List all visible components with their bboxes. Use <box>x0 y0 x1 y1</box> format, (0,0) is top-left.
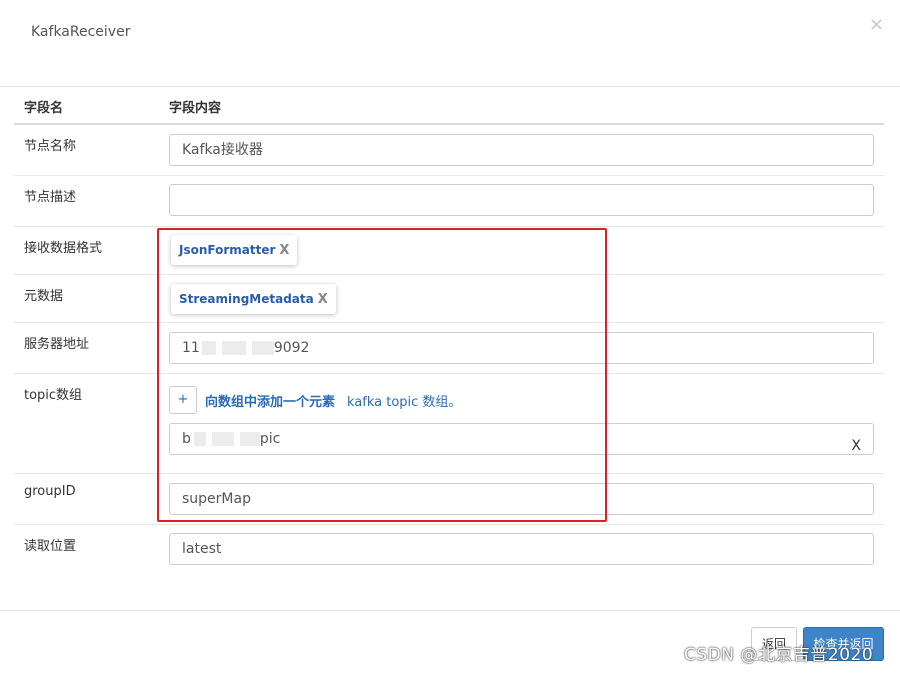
field-label: 元数据 <box>24 289 64 304</box>
kafka-receiver-dialog: KafkaReceiver × 字段名 字段内容 节点名称 Kafka接收器 节… <box>0 0 900 672</box>
add-topic-link[interactable]: 向数组中添加一个元素 <box>205 391 335 410</box>
table-row-node-description: 节点描述 <box>14 176 884 227</box>
field-label: topic数组 <box>24 388 83 403</box>
topic-array-hint: kafka topic 数组。 <box>347 395 462 410</box>
server-address-prefix: 11 <box>182 340 200 356</box>
format-tag[interactable]: JsonFormatter X <box>171 235 298 265</box>
metadata-tag-label: StreamingMetadata <box>179 292 314 306</box>
table-row-metadata: 元数据 StreamingMetadata X <box>14 275 884 323</box>
add-topic-button[interactable]: + <box>169 386 197 414</box>
redaction-mask <box>201 341 216 355</box>
read-position-input[interactable]: latest <box>169 533 874 565</box>
node-name-input[interactable]: Kafka接收器 <box>169 134 874 166</box>
topic-item-suffix: pic <box>259 431 281 447</box>
server-address-suffix: 9092 <box>273 340 310 356</box>
table-row-data-format: 接收数据格式 JsonFormatter X <box>14 227 884 275</box>
field-label: 节点名称 <box>24 139 77 154</box>
format-tag-label: JsonFormatter <box>179 243 276 257</box>
dialog-title: KafkaReceiver <box>31 24 131 40</box>
metadata-tag[interactable]: StreamingMetadata X <box>171 284 336 314</box>
column-header-field-name: 字段名 <box>24 101 64 116</box>
redaction-mask <box>211 432 234 446</box>
table-row-read-position: 读取位置 latest <box>14 525 884 575</box>
field-label: 服务器地址 <box>24 337 90 352</box>
remove-topic-icon[interactable]: X <box>851 431 861 461</box>
field-label: groupID <box>24 484 76 499</box>
server-address-input[interactable]: 11 9092 <box>169 332 874 364</box>
metadata-tag-remove-icon[interactable]: X <box>318 292 328 307</box>
table-row-topic-array: topic数组 + 向数组中添加一个元素 kafka topic 数组。 b pi… <box>14 374 884 474</box>
topic-item-prefix: b <box>182 431 191 447</box>
redaction-mask <box>193 432 206 446</box>
field-label: 节点描述 <box>24 190 77 205</box>
field-label: 接收数据格式 <box>24 241 103 256</box>
field-label: 读取位置 <box>24 539 77 554</box>
table-row-server-address: 服务器地址 11 9092 <box>14 323 884 374</box>
table-row-group-id: groupID superMap <box>14 474 884 525</box>
column-header-field-content: 字段内容 <box>169 101 222 116</box>
redaction-mask <box>221 341 246 355</box>
redaction-mask <box>239 432 260 446</box>
table-row-node-name: 节点名称 Kafka接收器 <box>14 125 884 176</box>
close-icon[interactable]: × <box>869 14 884 35</box>
dialog-header: KafkaReceiver × <box>0 0 900 87</box>
table-header: 字段名 字段内容 <box>14 87 884 125</box>
format-tag-remove-icon[interactable]: X <box>279 243 289 258</box>
redaction-mask <box>251 341 274 355</box>
topic-item-input[interactable]: b pic X <box>169 423 874 455</box>
node-description-input[interactable] <box>169 184 874 216</box>
watermark: CSDN @北京吉普2020 <box>684 645 874 665</box>
group-id-input[interactable]: superMap <box>169 483 874 515</box>
